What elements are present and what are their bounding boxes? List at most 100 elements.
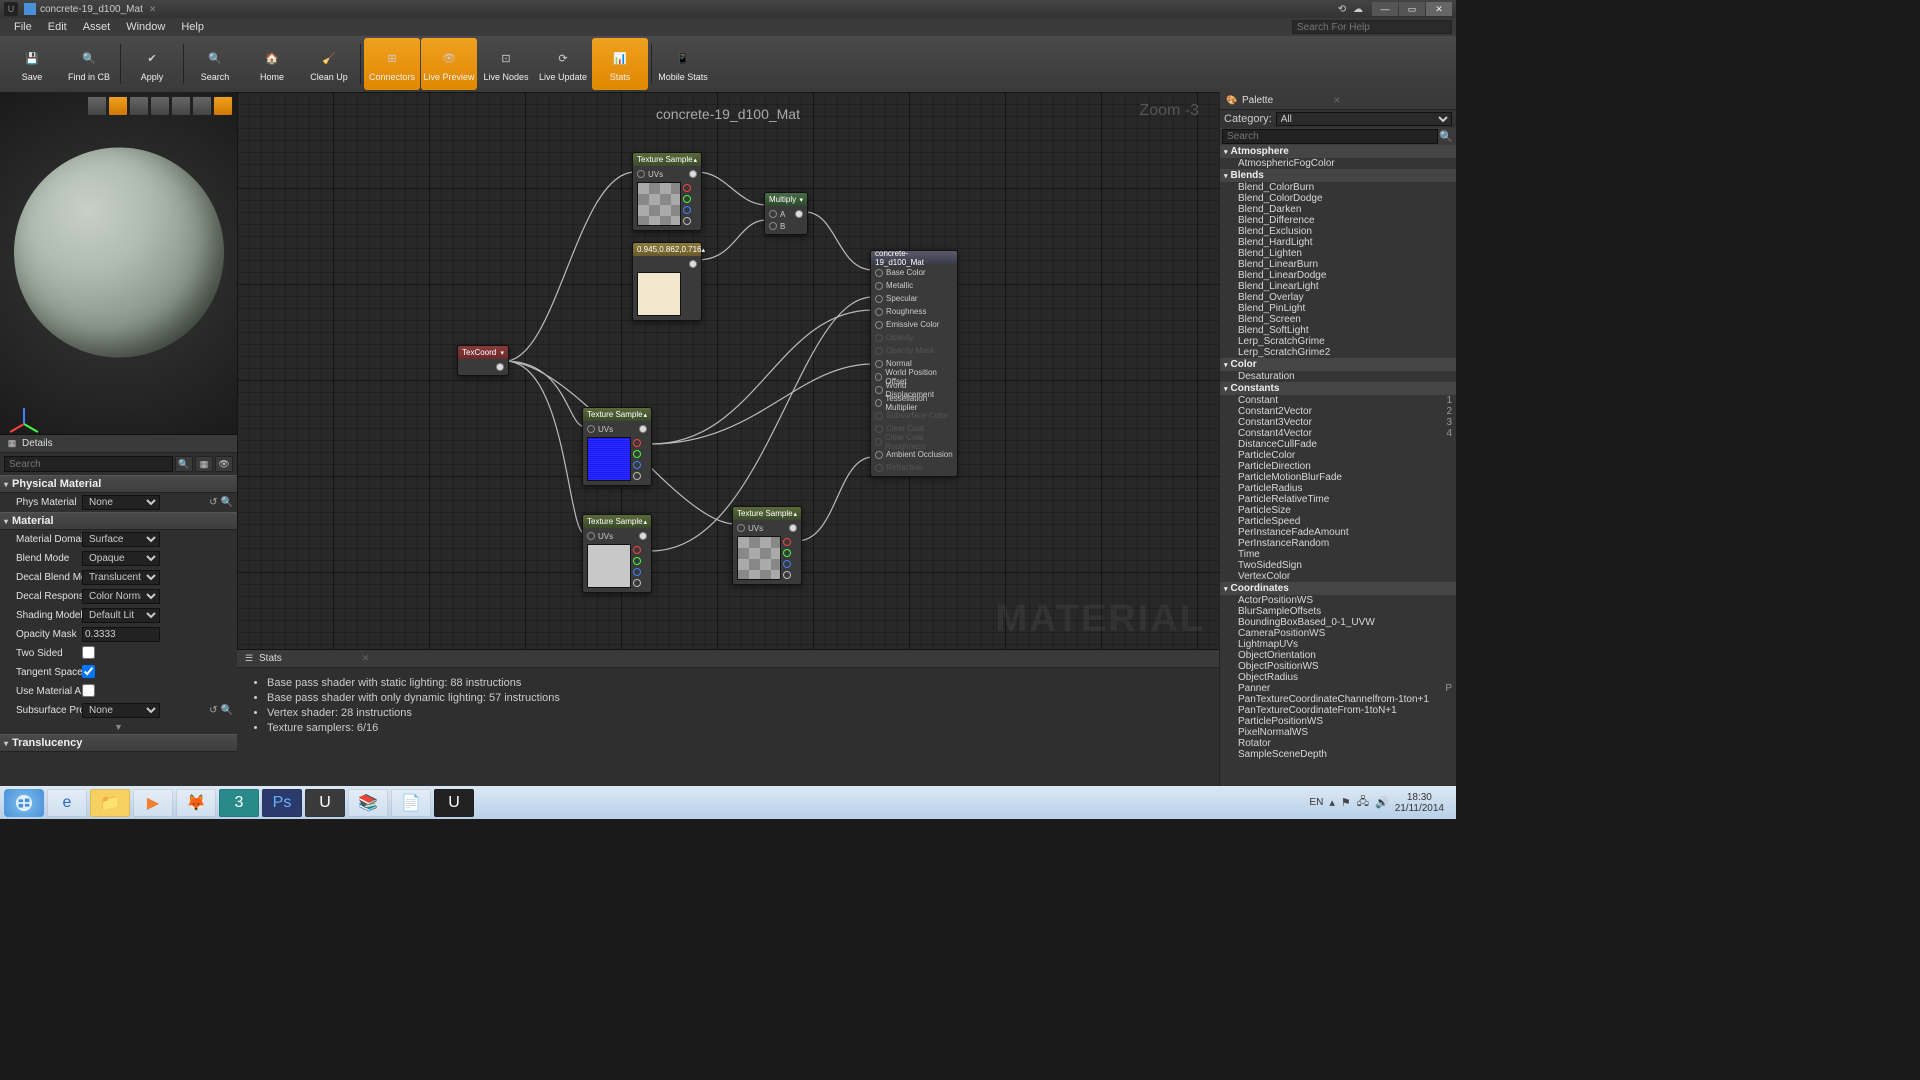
pin-in[interactable] [875, 399, 882, 407]
menu-edit[interactable]: Edit [40, 19, 75, 35]
palette-item[interactable]: Lerp_ScratchGrime [1220, 336, 1456, 347]
dropdown[interactable]: Default Lit [82, 608, 160, 623]
details-filter-icon[interactable]: ▦ [195, 456, 213, 472]
pin-in[interactable] [875, 412, 883, 420]
palette-item[interactable]: PixelNormalWS [1220, 727, 1456, 738]
tray-volume-icon[interactable]: 🔊 [1375, 796, 1389, 809]
palette-item[interactable]: ParticlePositionWS [1220, 716, 1456, 727]
dropdown[interactable]: None [82, 703, 160, 718]
taskbar-clock[interactable]: 18:30 21/11/2014 [1395, 792, 1444, 814]
palette-item[interactable]: LightmapUVs [1220, 639, 1456, 650]
toolbar-find-in-cb[interactable]: 🔍Find in CB [61, 38, 117, 90]
pin-out[interactable] [496, 363, 504, 371]
palette-search-input[interactable] [1222, 129, 1438, 144]
node-texture-sample-4[interactable]: Texture Sample▴ UVs [732, 506, 802, 585]
vp-shape-cylinder[interactable] [87, 96, 107, 116]
palette-item[interactable]: Blend_Exclusion [1220, 226, 1456, 237]
palette-item[interactable]: ParticleColor [1220, 450, 1456, 461]
palette-item[interactable]: Blend_LinearBurn [1220, 259, 1456, 270]
category-translucency[interactable]: Translucency [0, 734, 237, 752]
palette-item[interactable]: Time [1220, 549, 1456, 560]
pin-in[interactable] [875, 425, 883, 433]
details-eye-icon[interactable]: 👁 [215, 456, 233, 472]
toolbar-apply[interactable]: ✔Apply [124, 38, 180, 90]
notification-icon[interactable]: ☁ [1352, 3, 1364, 15]
menu-asset[interactable]: Asset [75, 19, 119, 35]
palette-item[interactable]: BlurSampleOffsets [1220, 606, 1456, 617]
palette-item[interactable]: ObjectPositionWS [1220, 661, 1456, 672]
palette-item[interactable]: TwoSidedSign [1220, 560, 1456, 571]
node-texture-sample-3[interactable]: Texture Sample▴ UVs [582, 514, 652, 593]
details-search-icon[interactable]: 🔍 [175, 456, 193, 472]
search-help-input[interactable] [1292, 20, 1452, 34]
node-material-output[interactable]: concrete-19_d100_Mat Base ColorMetallicS… [870, 250, 958, 477]
taskbar-winrar[interactable]: 📚 [348, 789, 388, 817]
material-graph[interactable]: concrete-19_d100_Mat Zoom -3 MATERIAL Te… [237, 92, 1219, 649]
menu-help[interactable]: Help [173, 19, 212, 35]
taskbar-ue4-editor[interactable]: U [434, 789, 474, 817]
pin-in[interactable] [875, 451, 883, 459]
palette-item[interactable]: ParticleRadius [1220, 483, 1456, 494]
source-control-icon[interactable]: ⟲ [1336, 3, 1348, 15]
material-preview-viewport[interactable] [0, 92, 237, 435]
palette-item[interactable]: Constant3Vector3 [1220, 417, 1456, 428]
checkbox[interactable] [82, 684, 95, 697]
taskbar-3dsmax[interactable]: 3 [219, 789, 259, 817]
palette-group-coordinates[interactable]: Coordinates [1220, 582, 1456, 595]
window-close-button[interactable]: ✕ [1426, 2, 1452, 16]
reset-icon[interactable]: ↺ [209, 705, 217, 716]
pin-in[interactable] [875, 282, 883, 290]
palette-list[interactable]: AtmosphereAtmosphericFogColorBlendsBlend… [1220, 145, 1456, 786]
palette-item[interactable]: ParticleRelativeTime [1220, 494, 1456, 505]
palette-item[interactable]: Blend_SoftLight [1220, 325, 1456, 336]
palette-item[interactable]: PanTextureCoordinateFrom-1toN+1 [1220, 705, 1456, 716]
palette-item[interactable]: Blend_Overlay [1220, 292, 1456, 303]
palette-item[interactable]: Constant1 [1220, 395, 1456, 406]
toolbar-stats[interactable]: 📊Stats [592, 38, 648, 90]
pin-in[interactable] [875, 360, 883, 368]
tray-up-icon[interactable]: ▴ [1329, 796, 1335, 809]
palette-item[interactable]: Blend_Darken [1220, 204, 1456, 215]
palette-item[interactable]: Blend_HardLight [1220, 237, 1456, 248]
palette-group-constants[interactable]: Constants [1220, 382, 1456, 395]
palette-item[interactable]: PannerP [1220, 683, 1456, 694]
palette-group-atmosphere[interactable]: Atmosphere [1220, 145, 1456, 158]
palette-item[interactable]: ParticleDirection [1220, 461, 1456, 472]
toolbar-live-nodes[interactable]: ⊡Live Nodes [478, 38, 534, 90]
menu-file[interactable]: File [6, 19, 40, 35]
palette-item[interactable]: ParticleSpeed [1220, 516, 1456, 527]
pin-in[interactable] [875, 295, 883, 303]
pin-in[interactable] [875, 386, 883, 394]
vp-shape-cube[interactable] [150, 96, 170, 116]
palette-item[interactable]: Desaturation [1220, 371, 1456, 382]
checkbox[interactable] [82, 646, 95, 659]
palette-category-dropdown[interactable]: All [1276, 112, 1452, 126]
pin-in[interactable] [875, 464, 883, 472]
palette-item[interactable]: Blend_PinLight [1220, 303, 1456, 314]
vp-shape-sphere[interactable] [108, 96, 128, 116]
vp-grid-toggle[interactable] [192, 96, 212, 116]
browse-icon[interactable]: 🔍 [221, 705, 233, 716]
dropdown[interactable]: Color Normal Roughness [82, 589, 160, 604]
palette-item[interactable]: PanTextureCoordinateChannelfrom-1ton+1 [1220, 694, 1456, 705]
palette-item[interactable]: ActorPositionWS [1220, 595, 1456, 606]
palette-item[interactable]: PerInstanceFadeAmount [1220, 527, 1456, 538]
toolbar-live-preview[interactable]: 👁Live Preview [421, 38, 477, 90]
stats-tab-close-icon[interactable]: ✕ [362, 653, 370, 664]
search-icon[interactable]: 🔍 [1438, 129, 1454, 144]
palette-item[interactable]: ObjectRadius [1220, 672, 1456, 683]
tray-flag-icon[interactable]: ⚑ [1341, 796, 1351, 809]
taskbar-ie[interactable]: e [47, 789, 87, 817]
taskbar-mediaplayer[interactable]: ▶ [133, 789, 173, 817]
palette-item[interactable]: VertexColor [1220, 571, 1456, 582]
dropdown[interactable]: Opaque [82, 551, 160, 566]
tray-language[interactable]: EN [1309, 797, 1323, 808]
node-texture-sample-1[interactable]: Texture Sample▴ UVs [632, 152, 702, 231]
tray-network-icon[interactable]: 🖧 [1357, 793, 1369, 812]
palette-item[interactable]: Constant4Vector4 [1220, 428, 1456, 439]
palette-item[interactable]: PerInstanceRandom [1220, 538, 1456, 549]
palette-item[interactable]: Rotator [1220, 738, 1456, 749]
node-multiply[interactable]: Multiply▾ A B [764, 192, 808, 235]
reset-icon[interactable]: ↺ [209, 497, 217, 508]
toolbar-home[interactable]: 🏠Home [244, 38, 300, 90]
